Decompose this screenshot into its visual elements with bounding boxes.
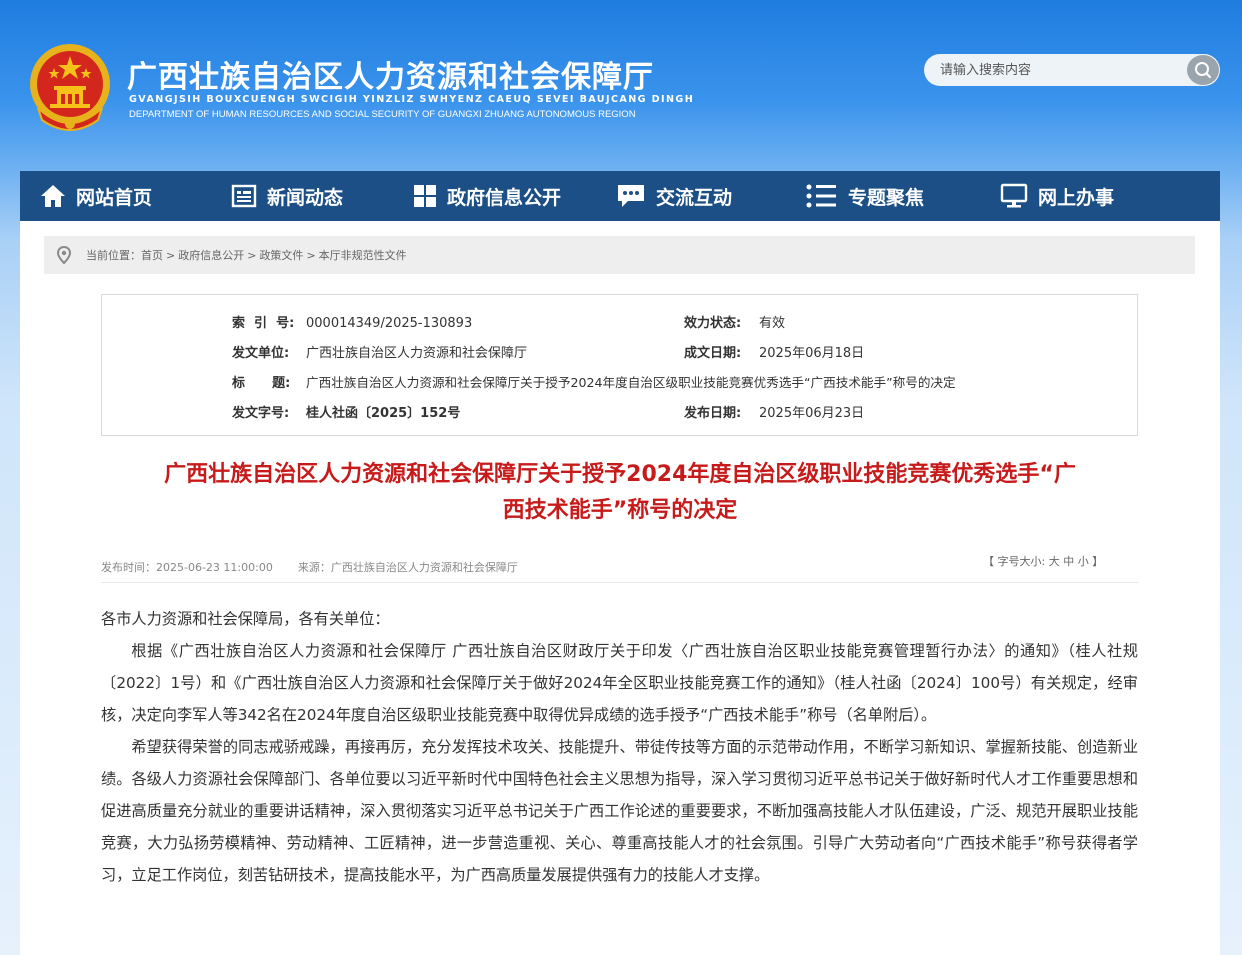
divider [101, 582, 1138, 583]
meta-status-value: 有效 [759, 316, 786, 331]
nav-label: 网上办事 [1038, 186, 1115, 209]
monitor-icon [1000, 183, 1028, 208]
meta-unit: 发文单位: 广西壮族自治区人力资源和社会保障厅 [232, 342, 527, 361]
breadcrumb-separator: > [306, 248, 316, 262]
breadcrumb-home[interactable]: 首页 [141, 247, 163, 263]
nav-label: 新闻动态 [267, 186, 344, 209]
meta-index-value: 000014349/2025-130893 [306, 316, 473, 331]
meta-pubdate-value: 2025年06月23日 [759, 406, 865, 421]
nav-item-home[interactable]: 网站首页 [40, 171, 152, 221]
nav-label: 政府信息公开 [447, 186, 562, 209]
meta-docno-value: 桂人社函〔2025〕152号 [306, 406, 461, 421]
nav-item-interaction[interactable]: 交流互动 [616, 171, 732, 221]
site-header: 广西壮族自治区人力资源和社会保障厅 GVANGJSIH BOUXCUENGH S… [0, 0, 1242, 171]
meta-index-label: 索 引 号: [232, 316, 295, 331]
meta-status: 效力状态: 有效 [684, 312, 785, 331]
breadcrumb-policy-docs[interactable]: 政策文件 [259, 247, 303, 263]
search-input[interactable] [924, 54, 1186, 86]
meta-pubdate: 发布日期: 2025年06月23日 [684, 402, 864, 421]
breadcrumb: 当前位置： 首页 > 政府信息公开 > 政策文件 > 本厅非规范性文件 [44, 236, 1195, 274]
location-pin-icon [56, 245, 72, 265]
paragraph: 根据《广西壮族自治区人力资源和社会保障厅 广西壮族自治区财政厅关于印发〈广西壮族… [101, 642, 1138, 724]
content-panel: 当前位置： 首页 > 政府信息公开 > 政策文件 > 本厅非规范性文件 索 引 … [20, 221, 1220, 955]
meta-title-label: 标 题: [232, 376, 291, 391]
article-title-line: 广西壮族自治区人力资源和社会保障厅关于授予2024年度自治区级职业技能竞赛优秀选… [164, 462, 1076, 487]
national-emblem-icon [30, 44, 110, 131]
font-size-medium[interactable]: 中 [1063, 555, 1074, 568]
nav-label: 网站首页 [76, 186, 153, 209]
font-size-large[interactable]: 大 [1049, 555, 1060, 568]
search-icon [1195, 62, 1212, 79]
meta-unit-value: 广西壮族自治区人力资源和社会保障厅 [306, 346, 528, 361]
search-button[interactable] [1187, 55, 1219, 85]
document-meta-box: 索 引 号: 000014349/2025-130893 效力状态: 有效 发文单位… [101, 294, 1138, 436]
meta-pubdate-label: 发布日期: [684, 406, 742, 421]
breadcrumb-current[interactable]: 本厅非规范性文件 [319, 247, 407, 263]
article-body: 各市人力资源和社会保障局，各有关单位： 根据《广西壮族自治区人力资源和社会保障厅… [101, 603, 1138, 891]
chat-icon [618, 185, 644, 207]
publish-info: 发布时间：2025-06-23 11:00:00 来源：广西壮族自治区人力资源和… [101, 559, 518, 575]
meta-docno-label: 发文字号: [232, 406, 290, 421]
meta-date-value: 2025年06月18日 [759, 346, 865, 361]
nav-item-online-service[interactable]: 网上办事 [1000, 171, 1114, 221]
article-title: 广西壮族自治区人力资源和社会保障厅关于授予2024年度自治区级职业技能竞赛优秀选… [100, 457, 1140, 529]
site-subtitle-english: DEPARTMENT OF HUMAN RESOURCES AND SOCIAL… [129, 109, 636, 120]
font-size-suffix: 】 [1092, 555, 1104, 568]
font-size-prefix: 【 字号大小: [983, 555, 1046, 568]
nav-item-gov-info[interactable]: 政府信息公开 [413, 171, 561, 221]
main-nav: 网站首页 新闻动态 政府信息公开 交流互动 专题聚焦 网上办事 [20, 171, 1220, 221]
search-box [924, 54, 1220, 86]
font-size-small[interactable]: 小 [1078, 555, 1089, 568]
news-icon [231, 184, 257, 208]
publish-time: 发布时间：2025-06-23 11:00:00 [101, 561, 273, 574]
article-title-line: 西技术能手”称号的决定 [502, 498, 738, 523]
meta-index: 索 引 号: 000014349/2025-130893 [232, 312, 472, 331]
meta-title: 标 题: 广西壮族自治区人力资源和社会保障厅关于授予2024年度自治区级职业技能竞… [232, 372, 956, 391]
home-icon [41, 185, 65, 207]
list-icon [806, 184, 836, 208]
site-title: 广西壮族自治区人力资源和社会保障厅 [127, 60, 654, 95]
site-subtitle-zhuang: GVANGJSIH BOUXCUENGH SWCIGIH YINZLIZ SWH… [129, 94, 695, 105]
breadcrumb-separator: > [247, 248, 257, 262]
meta-status-label: 效力状态: [684, 316, 742, 331]
nav-label: 交流互动 [656, 186, 733, 209]
font-size-control: 【 字号大小: 大 中 小 】 [983, 553, 1103, 569]
nav-label: 专题聚焦 [848, 186, 925, 209]
nav-item-news[interactable]: 新闻动态 [231, 171, 343, 221]
meta-docno: 发文字号: 桂人社函〔2025〕152号 [232, 402, 460, 421]
meta-unit-label: 发文单位: [232, 346, 290, 361]
meta-date-label: 成文日期: [684, 346, 742, 361]
breadcrumb-separator: > [166, 248, 176, 262]
breadcrumb-gov-info[interactable]: 政府信息公开 [178, 247, 244, 263]
salutation: 各市人力资源和社会保障局，各有关单位： [101, 610, 390, 628]
nav-item-topics[interactable]: 专题聚焦 [806, 171, 924, 221]
publish-source: 来源：广西壮族自治区人力资源和社会保障厅 [297, 561, 518, 574]
meta-date: 成文日期: 2025年06月18日 [684, 342, 864, 361]
paragraph: 希望获得荣誉的同志戒骄戒躁，再接再厉，充分发挥技术攻关、技能提升、带徒传技等方面… [101, 738, 1138, 884]
meta-title-value: 广西壮族自治区人力资源和社会保障厅关于授予2024年度自治区级职业技能竞赛优秀选… [306, 375, 956, 390]
breadcrumb-prefix: 当前位置： [86, 249, 141, 262]
grid-icon [414, 185, 436, 207]
